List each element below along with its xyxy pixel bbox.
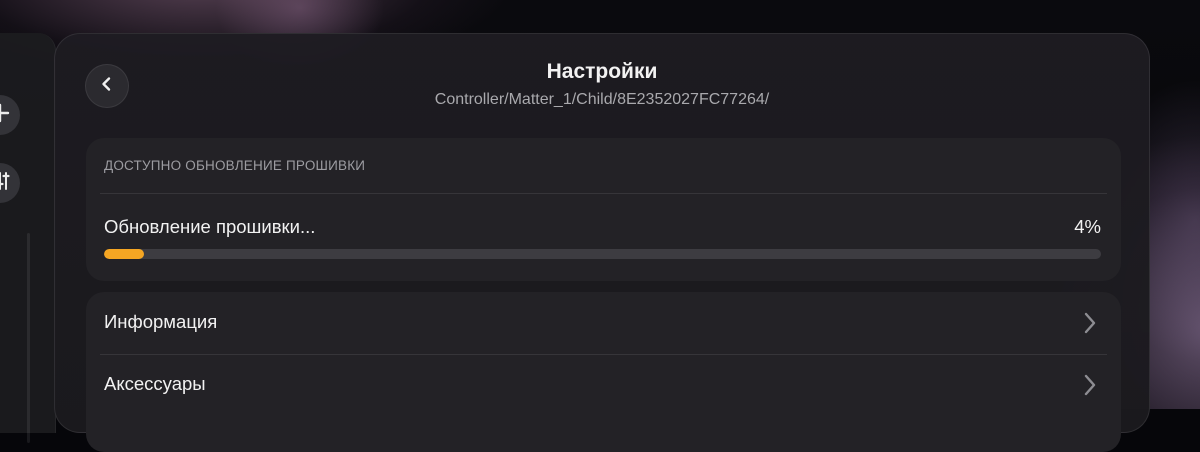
sidebar-scrollbar[interactable] [27,233,30,443]
plus-icon [0,102,11,129]
page-title: Настройки [546,60,658,83]
divider [100,193,1107,194]
filter-button[interactable] [0,163,20,203]
update-progress-fill [104,249,144,259]
section-header: ДОСТУПНО ОБНОВЛЕНИЕ ПРОШИВКИ [104,158,366,173]
settings-menu: Информация Аксессуары [86,292,1121,452]
sidebar [0,33,56,443]
update-status-text: Обновление прошивки... [104,216,316,237]
settings-panel: Настройки Controller/Matter_1/Child/8E23… [54,33,1150,452]
firmware-update-card: ДОСТУПНО ОБНОВЛЕНИЕ ПРОШИВКИ Обновление … [86,138,1121,281]
chevron-right-icon [1081,310,1099,341]
update-progress-bar [104,249,1101,259]
update-percent: 4% [1074,216,1101,237]
sliders-icon [0,170,11,197]
chevron-right-icon [1081,372,1099,403]
device-path: Controller/Matter_1/Child/8E2352027FC772… [434,91,770,108]
menu-item-accessories[interactable]: Аксессуары [86,354,1121,416]
menu-item-label: Аксессуары [104,373,206,394]
menu-item-info[interactable]: Информация [86,292,1121,354]
add-button[interactable] [0,95,20,135]
menu-item-label: Информация [104,311,218,332]
